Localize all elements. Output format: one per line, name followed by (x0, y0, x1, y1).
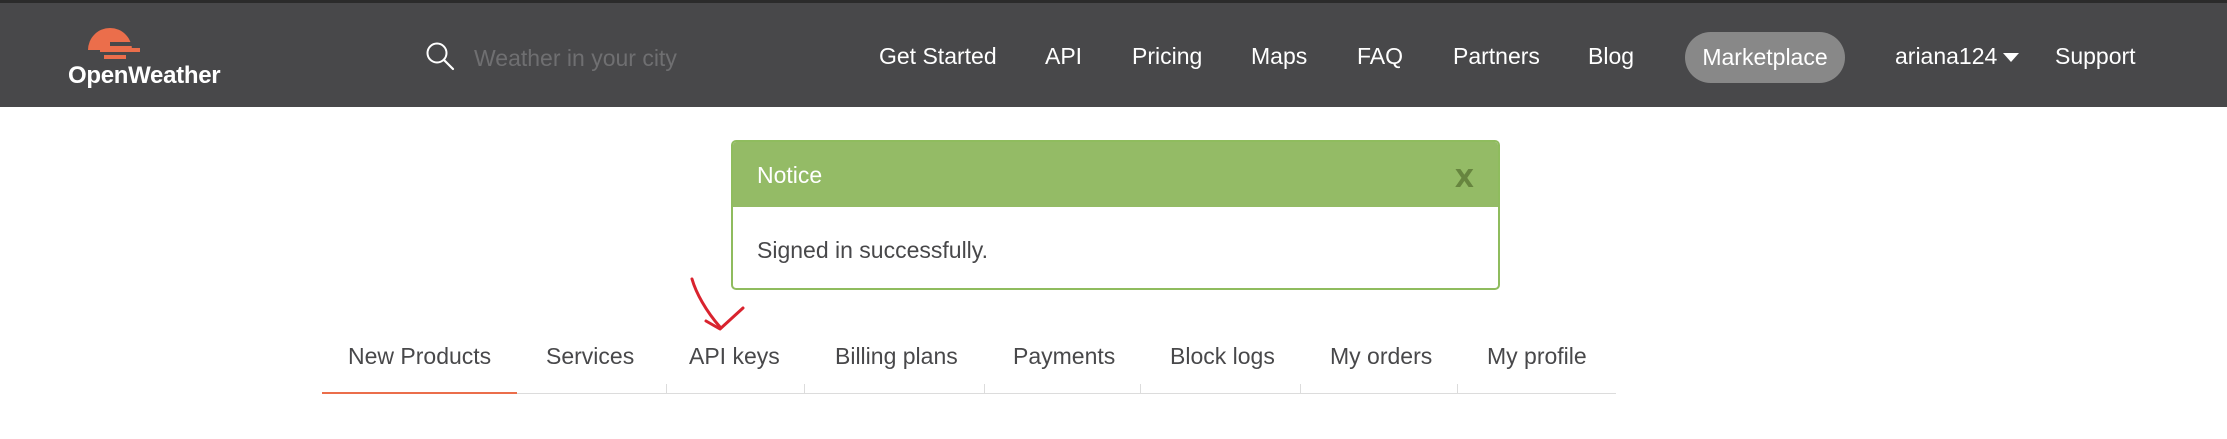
tab-payments[interactable]: Payments (1013, 343, 1115, 370)
nav-get-started[interactable]: Get Started (879, 41, 997, 71)
search-icon[interactable] (425, 41, 455, 71)
search-input[interactable] (472, 39, 796, 77)
tab-divider (984, 384, 985, 394)
marketplace-button[interactable]: Marketplace (1685, 32, 1845, 83)
tab-api-keys[interactable]: API keys (689, 343, 780, 370)
notice-message: Signed in successfully. (757, 237, 988, 263)
notice-alert: Notice X Signed in successfully. (731, 140, 1500, 290)
tab-my-orders[interactable]: My orders (1330, 343, 1432, 370)
notice-title: Notice (757, 162, 823, 188)
top-navbar: OpenWeather Get Started API Pricing Maps… (0, 0, 2227, 107)
user-menu[interactable]: ariana124 (1895, 41, 2020, 71)
logo-text: OpenWeather (68, 62, 221, 89)
active-tab-indicator (322, 392, 517, 394)
openweather-logo[interactable]: OpenWeather (68, 24, 228, 94)
tab-divider (1140, 384, 1141, 394)
notice-close-button[interactable]: X (1455, 164, 1474, 193)
tab-new-products[interactable]: New Products (348, 343, 491, 370)
tab-divider (666, 384, 667, 394)
tab-my-profile[interactable]: My profile (1487, 343, 1587, 370)
notice-header: Notice X (733, 142, 1498, 207)
tab-block-logs[interactable]: Block logs (1170, 343, 1275, 370)
nav-partners[interactable]: Partners (1453, 41, 1540, 71)
nav-blog[interactable]: Blog (1588, 41, 1634, 71)
nav-maps[interactable]: Maps (1251, 41, 1307, 71)
tab-divider (804, 384, 805, 394)
tab-divider (1457, 384, 1458, 394)
nav-support[interactable]: Support (2055, 41, 2136, 71)
tab-services[interactable]: Services (546, 343, 634, 370)
nav-pricing[interactable]: Pricing (1132, 41, 1202, 71)
sun-logo-icon (80, 28, 140, 59)
tab-divider (1300, 384, 1301, 394)
nav-faq[interactable]: FAQ (1357, 41, 1403, 71)
account-tabs: New Products Services API keys Billing p… (322, 333, 1616, 394)
caret-down-icon (2003, 53, 2020, 63)
tab-billing-plans[interactable]: Billing plans (835, 343, 958, 370)
marketplace-label: Marketplace (1702, 44, 1828, 70)
nav-api[interactable]: API (1045, 41, 1082, 71)
user-name: ariana124 (1895, 43, 1998, 69)
search-bar (425, 39, 805, 77)
